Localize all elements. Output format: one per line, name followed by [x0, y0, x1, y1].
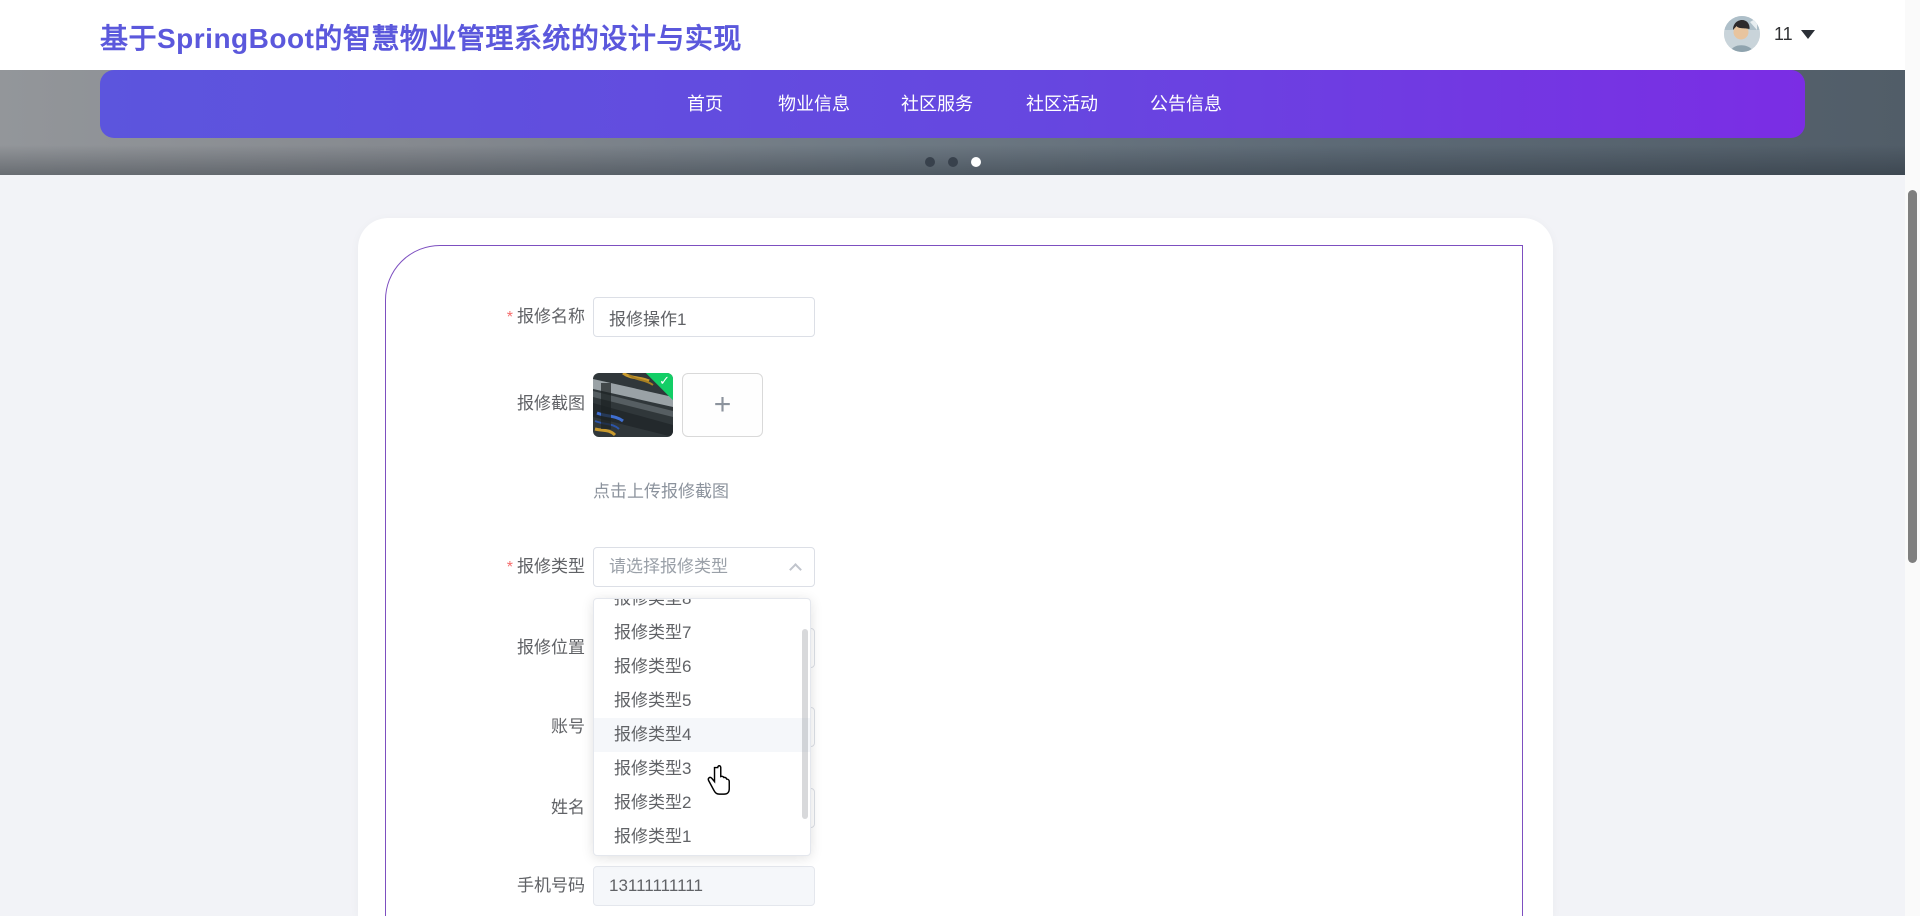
- repair-location-label: 报修位置: [365, 628, 585, 668]
- dropdown-option-list: 报修类型8 报修类型7 报修类型6 报修类型5 报修类型4 报修类型3 报修类型…: [594, 598, 810, 854]
- required-marker: *: [507, 309, 513, 326]
- page-scrollbar-track[interactable]: [1905, 0, 1920, 916]
- option-type6[interactable]: 报修类型6: [594, 650, 810, 684]
- option-type7[interactable]: 报修类型7: [594, 616, 810, 650]
- main-navbar: 首页 物业信息 社区服务 社区活动 公告信息: [100, 70, 1805, 138]
- option-type3[interactable]: 报修类型3: [594, 752, 810, 786]
- plus-icon: +: [714, 390, 732, 420]
- carousel-dots: [925, 157, 981, 167]
- avatar[interactable]: [1724, 16, 1760, 52]
- carousel-dot-3-active[interactable]: [971, 157, 981, 167]
- page-scrollbar-thumb[interactable]: [1908, 190, 1917, 563]
- nav-item-home[interactable]: 首页: [687, 70, 723, 138]
- realname-label: 姓名: [365, 788, 585, 828]
- chevron-up-icon: [789, 563, 802, 576]
- option-type4-hovered[interactable]: 报修类型4: [594, 718, 810, 752]
- repair-type-select[interactable]: 请选择报修类型: [593, 547, 815, 587]
- uploaded-screenshot-thumbnail[interactable]: ✓: [593, 373, 673, 437]
- select-placeholder: 请选择报修类型: [609, 548, 728, 586]
- nav-item-activity[interactable]: 社区活动: [1026, 70, 1098, 138]
- account-label: 账号: [365, 707, 585, 747]
- page-title: 基于SpringBoot的智慧物业管理系统的设计与实现: [100, 17, 742, 57]
- username-label[interactable]: 11: [1774, 24, 1793, 45]
- check-icon: ✓: [659, 373, 670, 389]
- caret-down-icon[interactable]: [1801, 30, 1815, 39]
- repair-screenshot-label: 报修截图: [365, 384, 585, 424]
- nav-item-notice[interactable]: 公告信息: [1150, 70, 1222, 138]
- nav-item-property[interactable]: 物业信息: [778, 70, 850, 138]
- repair-type-label: *报修类型: [365, 547, 585, 587]
- carousel-dot-2[interactable]: [948, 157, 958, 167]
- phone-input[interactable]: [593, 866, 815, 906]
- carousel-banner: 首页 物业信息 社区服务 社区活动 公告信息: [0, 70, 1905, 175]
- repair-name-input[interactable]: [593, 297, 815, 337]
- option-type2[interactable]: 报修类型2: [594, 786, 810, 820]
- option-type1[interactable]: 报修类型1: [594, 820, 810, 854]
- dropdown-scrollbar[interactable]: [802, 629, 808, 819]
- top-header: 基于SpringBoot的智慧物业管理系统的设计与实现 11: [0, 0, 1905, 70]
- phone-label: 手机号码: [365, 866, 585, 906]
- repair-name-label: *报修名称: [365, 297, 585, 337]
- upload-screenshot-button[interactable]: +: [682, 373, 763, 437]
- option-type8-clipped[interactable]: 报修类型8: [594, 598, 810, 616]
- repair-type-dropdown: 报修类型8 报修类型7 报修类型6 报修类型5 报修类型4 报修类型3 报修类型…: [593, 598, 811, 856]
- required-marker: *: [507, 559, 513, 576]
- option-type5[interactable]: 报修类型5: [594, 684, 810, 718]
- nav-item-service[interactable]: 社区服务: [901, 70, 973, 138]
- user-menu[interactable]: 11: [1724, 14, 1815, 54]
- carousel-dot-1[interactable]: [925, 157, 935, 167]
- upload-tip-text: 点击上传报修截图: [593, 477, 729, 502]
